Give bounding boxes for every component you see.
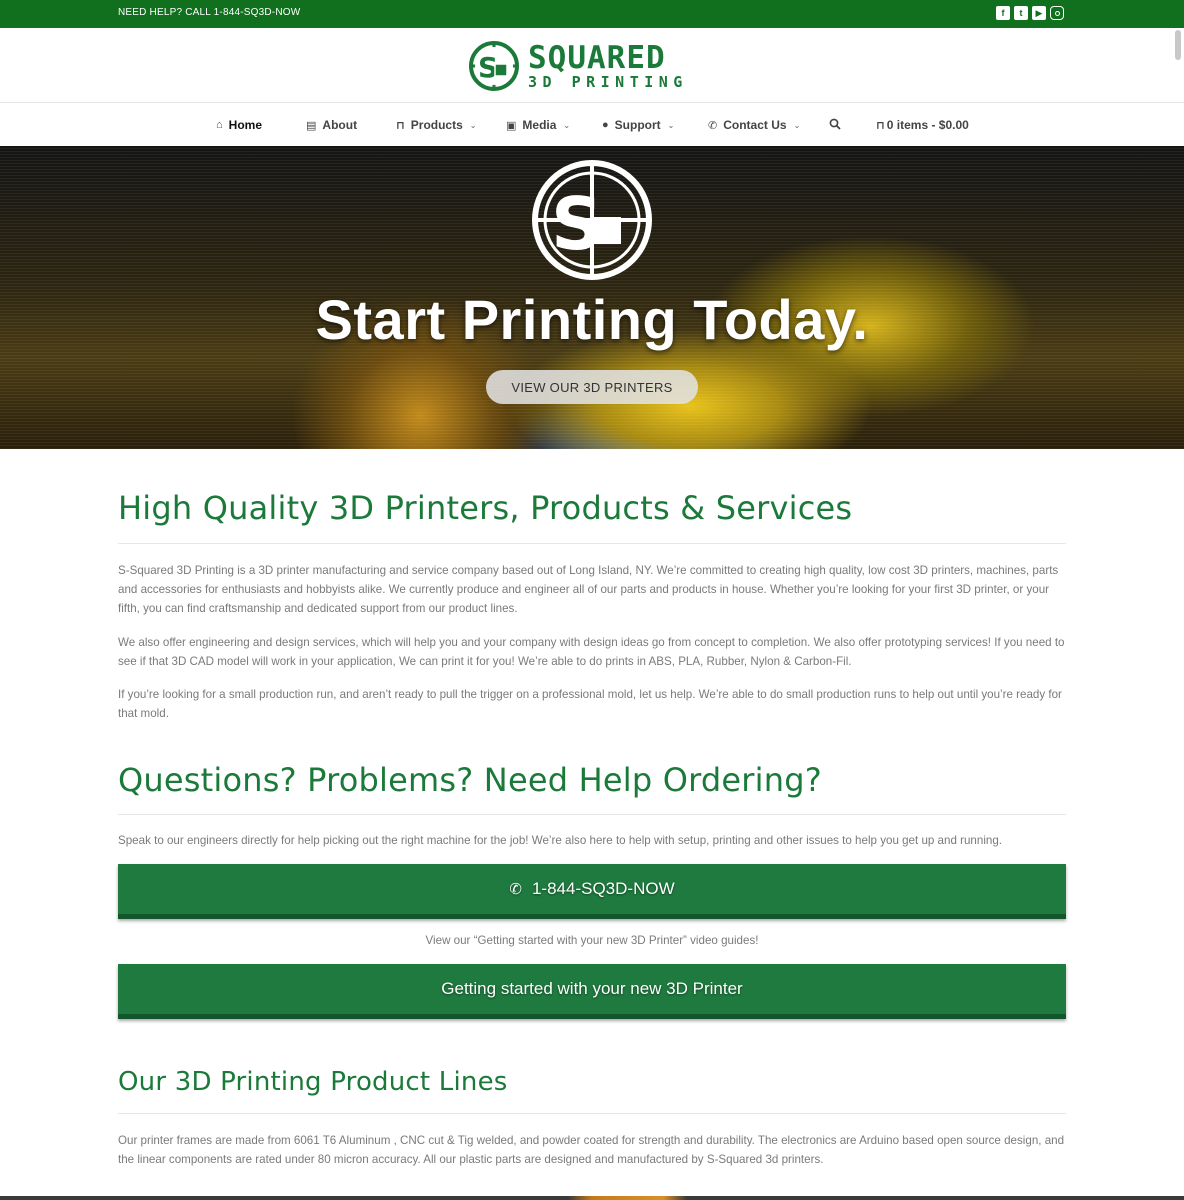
nav-cart[interactable]: ⊓ 0 items - $0.00 <box>876 118 969 132</box>
facebook-icon[interactable]: f <box>996 6 1010 20</box>
call-phone-button[interactable]: ✆ 1-844-SQ3D-NOW <box>118 864 1066 919</box>
nav-item-support[interactable]: ● Support ⌄ <box>602 118 674 132</box>
cart-icon: ⊓ <box>876 119 885 132</box>
divider <box>118 814 1066 815</box>
cart-icon: ⊓ <box>396 119 405 132</box>
phone-icon: ✆ <box>509 881 522 898</box>
hero-banner: S Start Printing Today. VIEW OUR 3D PRIN… <box>0 146 1184 449</box>
site-header: S SQUARED 3D PRINTING <box>0 28 1184 103</box>
image-icon: ▣ <box>506 119 517 132</box>
nav-item-media[interactable]: ▣ Media ⌄ <box>506 118 570 132</box>
site-logo[interactable]: S SQUARED 3D PRINTING <box>468 40 688 92</box>
chevron-down-icon: ⌄ <box>793 120 801 130</box>
nav-item-label: About <box>322 118 358 132</box>
video-guides-note: View our “Getting started with your new … <box>425 934 759 947</box>
phone-button-label: 1-844-SQ3D-NOW <box>531 879 675 898</box>
phone-icon: ✆ <box>708 119 718 132</box>
next-section-image-edge <box>0 1196 1184 1200</box>
brand-subtitle: 3D PRINTING <box>528 72 688 91</box>
nav-item-products[interactable]: ⊓ Products ⌄ <box>396 118 476 132</box>
divider <box>118 1113 1066 1114</box>
social-links: f t ▶ <box>996 6 1064 20</box>
divider <box>118 543 1066 544</box>
chevron-down-icon: ⌄ <box>667 120 675 130</box>
intro-paragraph: S-Squared 3D Printing is a 3D printer ma… <box>118 564 1059 615</box>
hero-logo-icon: S <box>532 160 652 280</box>
nav-search-button[interactable] <box>829 118 841 130</box>
chevron-down-icon: ⌄ <box>469 120 477 130</box>
nav-item-label: Media <box>522 118 557 132</box>
view-printers-button[interactable]: VIEW OUR 3D PRINTERS <box>486 370 698 404</box>
nav-item-home[interactable]: ⌂ Home <box>216 118 262 132</box>
youtube-icon[interactable]: ▶ <box>1032 6 1046 20</box>
nav-item-label: Contact Us <box>723 118 787 132</box>
help-phone-text: NEED HELP? CALL 1-844-SQ3D-NOW <box>118 7 301 18</box>
section-heading-questions: Questions? Problems? Need Help Ordering? <box>118 761 822 799</box>
top-bar: NEED HELP? CALL 1-844-SQ3D-NOW f t ▶ <box>0 0 1184 28</box>
getting-started-button[interactable]: Getting started with your new 3D Printer <box>118 964 1066 1019</box>
cart-summary: 0 items - $0.00 <box>886 118 969 132</box>
services-paragraph: We also offer engineering and design ser… <box>118 636 1065 668</box>
nav-item-contact[interactable]: ✆ Contact Us ⌄ <box>708 118 800 132</box>
support-paragraph: Speak to our engineers directly for help… <box>118 834 1003 847</box>
production-paragraph: If you’re looking for a small production… <box>118 688 1062 720</box>
chevron-down-icon: ⌄ <box>563 120 571 130</box>
brand-name: SQUARED <box>528 39 666 76</box>
getting-started-label: Getting started with your new 3D Printer <box>441 979 743 998</box>
twitter-icon[interactable]: t <box>1014 6 1028 20</box>
instagram-icon[interactable] <box>1050 6 1064 20</box>
book-icon: ▤ <box>306 119 317 132</box>
product-lines-paragraph: Our printer frames are made from 6061 T6… <box>118 1134 1065 1166</box>
search-icon <box>829 118 841 130</box>
home-icon: ⌂ <box>216 119 223 131</box>
section-heading-product-lines: Our 3D Printing Product Lines <box>118 1067 508 1097</box>
nav-item-label: Support <box>614 118 661 132</box>
nav-item-label: Products <box>410 118 463 132</box>
nav-item-label: Home <box>228 118 262 132</box>
hero-title: Start Printing Today. <box>315 288 869 351</box>
nav-item-about[interactable]: ▤ About <box>306 118 357 132</box>
logo-mark-icon: S <box>469 41 519 91</box>
section-heading-quality: High Quality 3D Printers, Products & Ser… <box>118 489 853 527</box>
main-navigation: ⌂ Home ▤ About ⊓ Products ⌄ ▣ Media ⌄ ● … <box>0 104 1184 146</box>
user-icon: ● <box>602 119 609 131</box>
